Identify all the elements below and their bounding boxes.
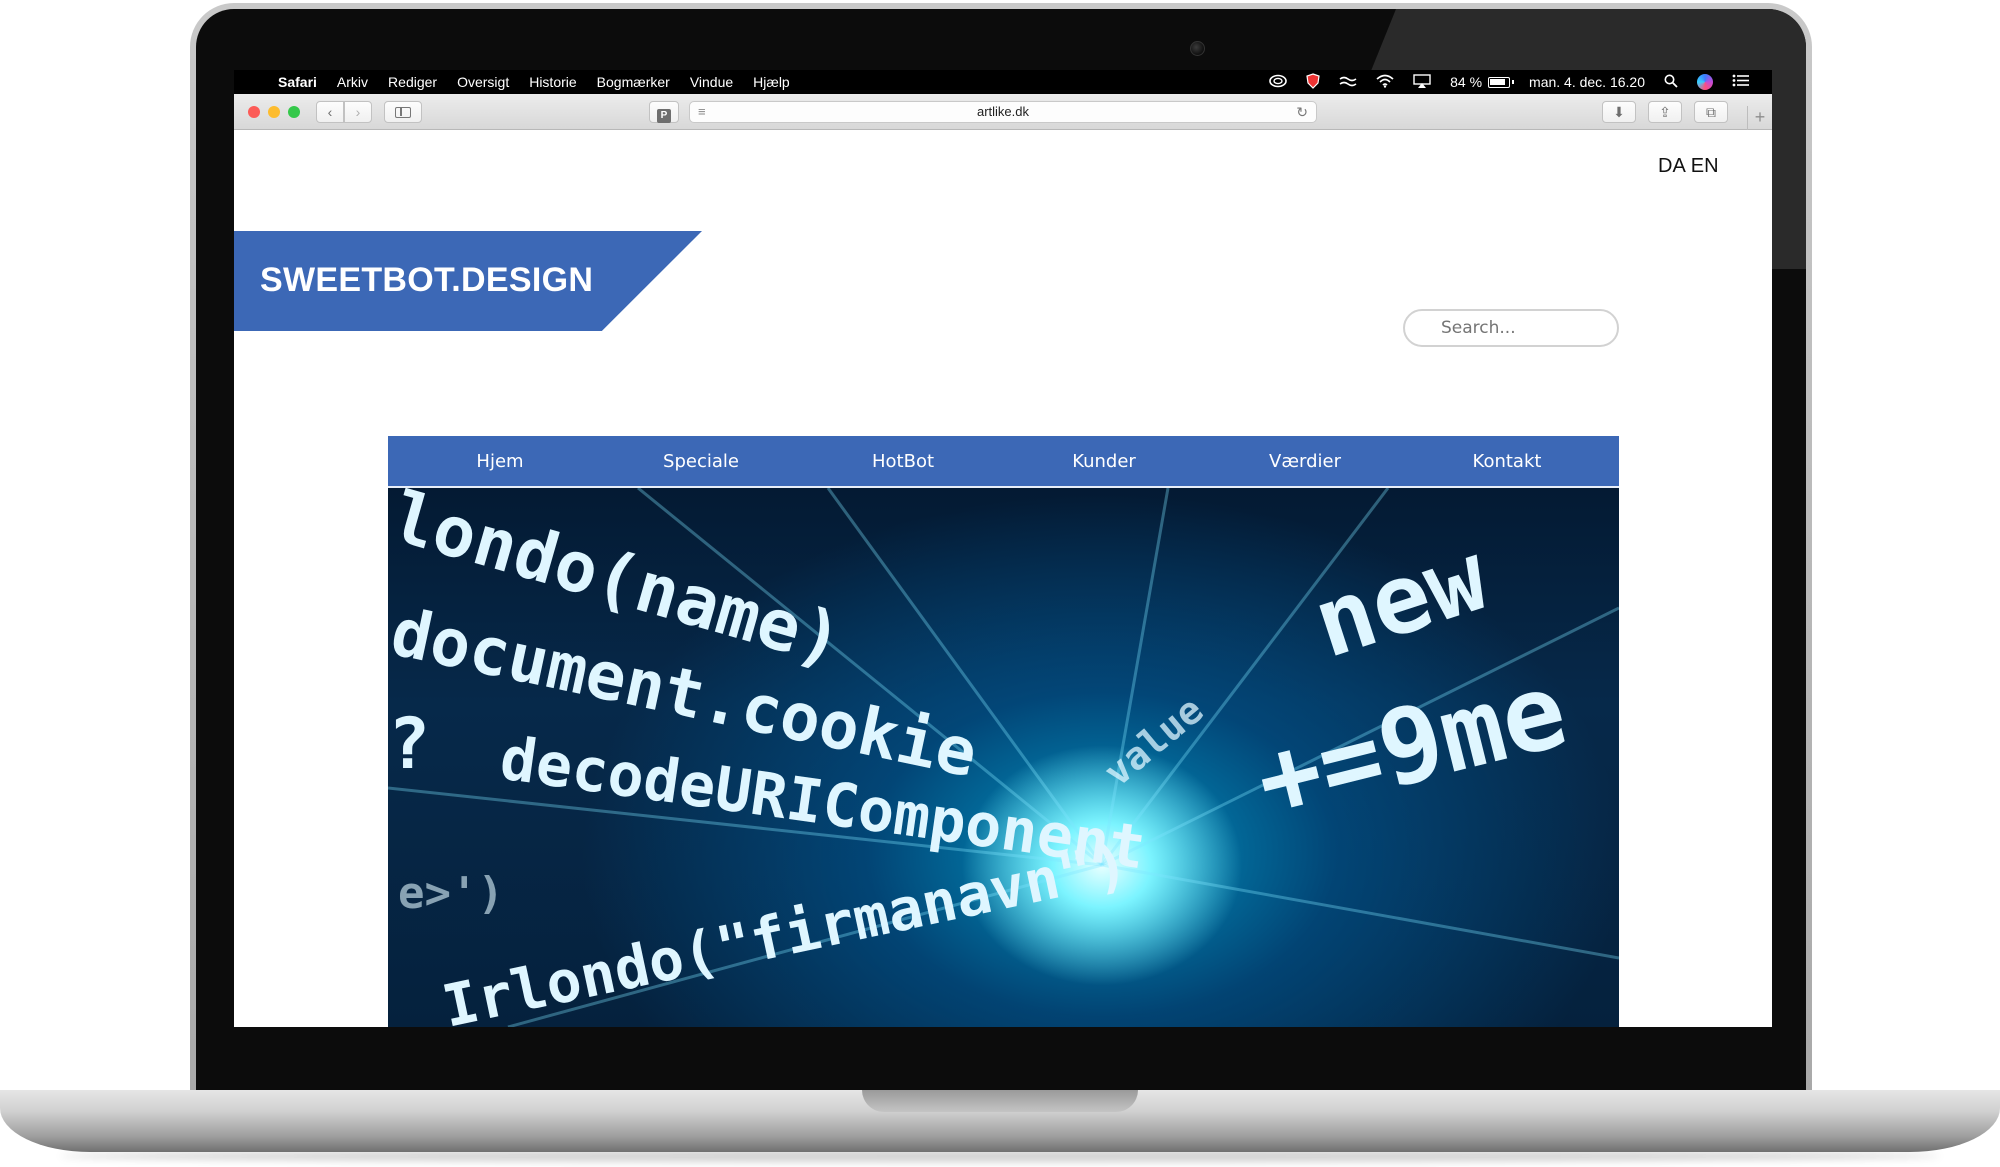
menu-item-arkiv[interactable]: Arkiv xyxy=(337,74,368,90)
camera-icon xyxy=(1190,41,1205,56)
site-logo-banner[interactable]: SWEETBOT.DESIGN xyxy=(234,231,702,331)
spotlight-icon[interactable] xyxy=(1664,74,1678,91)
notification-center-icon[interactable] xyxy=(1732,74,1750,90)
close-window-button[interactable] xyxy=(248,106,260,118)
menu-item-vindue[interactable]: Vindue xyxy=(690,74,733,90)
zoom-window-button[interactable] xyxy=(288,106,300,118)
code-line-7: new xyxy=(1300,520,1500,680)
minimize-window-button[interactable] xyxy=(268,106,280,118)
reader-view-icon[interactable]: ≡ xyxy=(698,102,706,122)
sidebar-toggle-button[interactable] xyxy=(384,101,422,123)
address-bar[interactable]: ≡ artlike.dk ↻ xyxy=(689,101,1317,123)
nav-item-speciale[interactable]: Speciale xyxy=(601,436,801,488)
language-switcher: DA EN xyxy=(1658,155,1724,178)
code-line-4: ? xyxy=(388,703,430,785)
code-line-5: e>') xyxy=(398,868,504,919)
hero-image: londo(name) document.cookie decodeURICom… xyxy=(388,488,1619,1027)
shield-icon[interactable] xyxy=(1306,72,1320,92)
language-en-link[interactable]: EN xyxy=(1691,155,1719,177)
nav-item-kunder[interactable]: Kunder xyxy=(1004,436,1204,488)
search-input[interactable] xyxy=(1403,309,1619,347)
pocket-icon: P xyxy=(657,109,671,123)
share-button[interactable]: ⇪ xyxy=(1648,101,1682,123)
back-button[interactable]: ‹ xyxy=(316,101,344,123)
language-da-link[interactable]: DA xyxy=(1658,155,1686,177)
site-logo-text: SWEETBOT.DESIGN xyxy=(260,261,594,299)
main-navigation: Hjem Speciale HotBot Kunder Værdier Kont… xyxy=(388,436,1619,488)
code-line-6: Irlondo("firmanavn") xyxy=(437,829,1134,1027)
menu-item-historie[interactable]: Historie xyxy=(529,74,576,90)
wifi-icon[interactable] xyxy=(1376,74,1394,91)
downloads-button[interactable]: ⬇ xyxy=(1602,101,1636,123)
safari-toolbar: ‹ › P ≡ artlike.dk ↻ ⬇ ⇪ ⧉ + xyxy=(234,94,1772,130)
menu-extras: 84 % man. 4. dec. 16.20 xyxy=(1269,72,1772,92)
menu-app-name[interactable]: Safari xyxy=(278,74,317,90)
sidebar-icon xyxy=(395,107,411,118)
wave-icon[interactable] xyxy=(1339,74,1357,90)
battery-percent: 84 % xyxy=(1450,74,1483,90)
menu-item-oversigt[interactable]: Oversigt xyxy=(457,74,509,90)
siri-icon[interactable] xyxy=(1697,74,1713,90)
url-text[interactable]: artlike.dk xyxy=(690,102,1316,122)
airplay-icon[interactable] xyxy=(1413,73,1431,91)
macos-menu-bar: Safari Arkiv Rediger Oversigt Historie B… xyxy=(234,70,1772,94)
new-tab-button[interactable]: + xyxy=(1747,106,1772,130)
code-line-8: +=9me xyxy=(1245,648,1578,842)
menu-item-hjaelp[interactable]: Hjælp xyxy=(753,74,790,90)
tab-overview-button[interactable]: ⧉ xyxy=(1694,101,1728,123)
clock[interactable]: man. 4. dec. 16.20 xyxy=(1529,74,1645,90)
nav-item-vaerdier[interactable]: Værdier xyxy=(1205,436,1405,488)
menu-item-bogmaerker[interactable]: Bogmærker xyxy=(597,74,670,90)
menu-item-rediger[interactable]: Rediger xyxy=(388,74,437,90)
nav-item-hotbot[interactable]: HotBot xyxy=(803,436,1003,488)
pocket-button[interactable]: P xyxy=(649,101,679,123)
web-page: DAEN SWEETBOT.DESIGN Hjem Speciale HotBo… xyxy=(234,131,1772,1027)
screen: Safari Arkiv Rediger Oversigt Historie B… xyxy=(234,70,1772,1027)
laptop-opening-notch xyxy=(862,1090,1138,1112)
nav-item-hjem[interactable]: Hjem xyxy=(400,436,600,488)
nav-item-kontakt[interactable]: Kontakt xyxy=(1407,436,1607,488)
hero-code-art: londo(name) document.cookie decodeURICom… xyxy=(388,488,1619,1027)
forward-button[interactable]: › xyxy=(344,101,372,123)
creative-cloud-icon[interactable] xyxy=(1269,74,1287,91)
battery-icon[interactable] xyxy=(1488,76,1515,88)
reload-icon[interactable]: ↻ xyxy=(1296,102,1308,122)
